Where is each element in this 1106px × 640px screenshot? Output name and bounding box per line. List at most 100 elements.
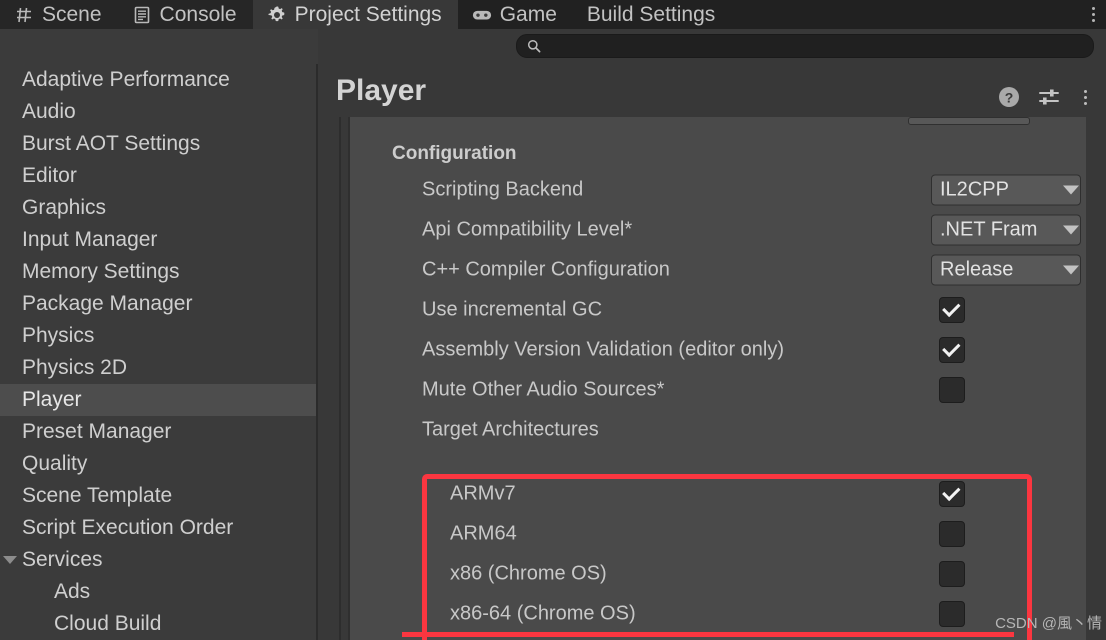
sidebar-item-label: Audio	[22, 100, 76, 124]
sidebar-item-adaptive-performance[interactable]: Adaptive Performance	[0, 64, 318, 96]
chevron-down-icon[interactable]	[3, 556, 17, 564]
sidebar-item-editor[interactable]: Editor	[0, 160, 318, 192]
cpp-compiler-configuration-dropdown[interactable]: Release	[931, 255, 1081, 286]
chevron-down-icon	[1054, 186, 1080, 195]
row-label: Scripting Backend	[422, 179, 583, 202]
dropdown-value: IL2CPP	[932, 179, 1054, 202]
sidebar-item-label: Editor	[22, 164, 77, 188]
assembly-version-validation-checkbox[interactable]	[939, 337, 965, 363]
row-target-architectures: Target Architectures	[350, 410, 1086, 450]
gamepad-icon	[472, 5, 492, 25]
sidebar-item-label: Quality	[22, 452, 87, 476]
watermark: CSDN @風丶情	[995, 612, 1102, 633]
scrolled-off-control[interactable]	[908, 117, 1030, 125]
sidebar-header-area	[0, 29, 318, 64]
search-input[interactable]	[541, 39, 1093, 54]
sidebar-item-audio[interactable]: Audio	[0, 96, 318, 128]
tab-scene[interactable]: Scene	[0, 0, 118, 29]
kebab-icon[interactable]	[1076, 84, 1094, 110]
panel-actions: ?	[996, 84, 1094, 110]
sidebar-item-label: Burst AOT Settings	[22, 132, 200, 156]
search-field[interactable]	[516, 34, 1094, 58]
tab-bar-spacer	[731, 0, 1080, 29]
sidebar-item-label: Input Manager	[22, 228, 157, 252]
settings-sidebar[interactable]: Adaptive Performance Audio Burst AOT Set…	[0, 64, 318, 640]
sidebar-item-label: Physics	[22, 324, 94, 348]
sidebar-item-services[interactable]: Services	[0, 544, 318, 576]
gear-icon	[267, 5, 287, 25]
mute-other-audio-sources-checkbox[interactable]	[939, 377, 965, 403]
api-compatibility-level-dropdown[interactable]: .NET Fram	[931, 215, 1081, 246]
row-label: Use incremental GC	[422, 299, 602, 322]
use-incremental-gc-checkbox[interactable]	[939, 297, 965, 323]
sidebar-item-input-manager[interactable]: Input Manager	[0, 224, 318, 256]
sidebar-item-preset-manager[interactable]: Preset Manager	[0, 416, 318, 448]
player-settings-panel: Player ? Conf	[318, 64, 1106, 640]
dropdown-value: .NET Fram	[932, 219, 1054, 242]
svg-text:?: ?	[1005, 90, 1014, 106]
sidebar-item-label: Preset Manager	[22, 420, 171, 444]
console-icon	[132, 5, 152, 25]
annotation-highlight-bottom-edge	[402, 632, 1014, 637]
grid-icon	[14, 5, 34, 25]
sidebar-item-label: Script Execution Order	[22, 516, 233, 540]
row-api-compatibility-level: Api Compatibility Level* .NET Fram	[350, 210, 1086, 250]
sidebar-item-burst-aot-settings[interactable]: Burst AOT Settings	[0, 128, 318, 160]
chevron-down-icon	[1054, 226, 1080, 235]
sidebar-item-package-manager[interactable]: Package Manager	[0, 288, 318, 320]
sidebar-item-label: Scene Template	[22, 484, 172, 508]
tab-build-settings[interactable]: Build Settings	[573, 0, 731, 29]
tab-label: Scene	[42, 3, 102, 27]
configuration-rows: Scripting Backend IL2CPP Api Compatibili…	[350, 170, 1086, 450]
tab-console[interactable]: Console	[118, 0, 253, 29]
preset-icon[interactable]	[1036, 84, 1062, 110]
row-use-incremental-gc: Use incremental GC	[350, 290, 1086, 330]
search-row	[0, 29, 1106, 64]
sidebar-item-label: Physics 2D	[22, 356, 127, 380]
tab-overflow-kebab-icon[interactable]	[1080, 0, 1106, 29]
row-assembly-version-validation: Assembly Version Validation (editor only…	[350, 330, 1086, 370]
row-mute-other-audio-sources: Mute Other Audio Sources*	[350, 370, 1086, 410]
row-label: C++ Compiler Configuration	[422, 259, 670, 282]
sidebar-item-label: Player	[22, 388, 82, 412]
sidebar-item-ads[interactable]: Ads	[0, 576, 318, 608]
sidebar-item-label: Cloud Build	[54, 612, 161, 636]
row-label: Api Compatibility Level*	[422, 219, 632, 242]
sidebar-item-label: Memory Settings	[22, 260, 180, 284]
help-icon[interactable]: ?	[996, 84, 1022, 110]
tab-label: Console	[160, 3, 237, 27]
inspector-left-rule	[339, 117, 341, 640]
row-label: Mute Other Audio Sources*	[422, 379, 664, 402]
sidebar-item-physics-2d[interactable]: Physics 2D	[0, 352, 318, 384]
annotation-highlight-box	[422, 474, 1032, 640]
sidebar-item-player[interactable]: Player	[0, 384, 318, 416]
row-label: Assembly Version Validation (editor only…	[422, 339, 784, 362]
section-title-configuration: Configuration	[392, 143, 517, 165]
tab-project-settings[interactable]: Project Settings	[253, 0, 458, 29]
sidebar-item-label: Services	[22, 548, 103, 572]
tab-game[interactable]: Game	[458, 0, 573, 29]
sidebar-item-quality[interactable]: Quality	[0, 448, 318, 480]
sidebar-item-label: Package Manager	[22, 292, 192, 316]
tab-label: Game	[500, 3, 557, 27]
row-cpp-compiler-configuration: C++ Compiler Configuration Release	[350, 250, 1086, 290]
sidebar-item-cloud-build[interactable]: Cloud Build	[0, 608, 318, 640]
sidebar-item-physics[interactable]: Physics	[0, 320, 318, 352]
chevron-down-icon	[1054, 266, 1080, 275]
row-label: Target Architectures	[422, 419, 599, 442]
sidebar-item-scene-template[interactable]: Scene Template	[0, 480, 318, 512]
sidebar-item-memory-settings[interactable]: Memory Settings	[0, 256, 318, 288]
inspector-body: Configuration Scripting Backend IL2CPP A…	[348, 117, 1086, 640]
sidebar-item-label: Ads	[54, 580, 90, 604]
tab-bar: Scene Console Project Settings	[0, 0, 1106, 29]
sidebar-item-label: Graphics	[22, 196, 106, 220]
row-scripting-backend: Scripting Backend IL2CPP	[350, 170, 1086, 210]
unity-editor-window: Scene Console Project Settings	[0, 0, 1106, 640]
sidebar-item-script-execution-order[interactable]: Script Execution Order	[0, 512, 318, 544]
sidebar-item-graphics[interactable]: Graphics	[0, 192, 318, 224]
dropdown-value: Release	[932, 259, 1054, 282]
tab-label: Build Settings	[587, 3, 715, 27]
sidebar-item-label: Adaptive Performance	[22, 68, 230, 92]
scripting-backend-dropdown[interactable]: IL2CPP	[931, 175, 1081, 206]
page-title: Player	[336, 74, 426, 108]
